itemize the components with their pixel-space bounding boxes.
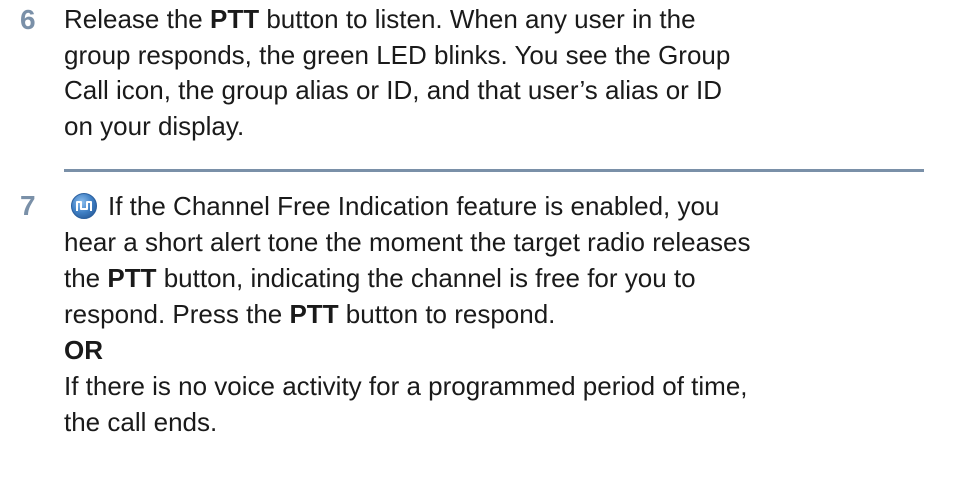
step-7-line-3: the PTT button, indicating the channel i… (64, 263, 696, 293)
step-7-text: If the Channel Free Indication feature i… (64, 188, 924, 440)
step-7-line-4: respond. Press the PTT button to respond… (64, 299, 556, 329)
ptt-term: PTT (289, 299, 339, 329)
or-label: OR (64, 335, 103, 365)
step-6-line-4: on your display. (64, 110, 245, 141)
step-6-text: Release the PTT button to listen. When a… (64, 2, 924, 144)
step-number: 7 (20, 190, 36, 221)
step-number: 6 (20, 4, 36, 35)
step-divider (64, 169, 924, 172)
step-6-line-2: group responds, the green LED blinks. Yo… (64, 39, 731, 70)
step-7-line-2: hear a short alert tone the moment the t… (64, 227, 751, 257)
manual-page: 6 Release the PTT button to listen. When… (0, 0, 955, 481)
step-7-line-1: If the Channel Free Indication feature i… (64, 188, 924, 224)
ptt-term: PTT (209, 4, 260, 34)
step-7-line-7: the call ends. (64, 407, 218, 437)
step-7-line-6: If there is no voice activity for a prog… (64, 371, 748, 401)
step-6-line-1: Release the PTT button to listen. When a… (64, 4, 696, 34)
ptt-term: PTT (107, 263, 157, 293)
step-6-line-3: Call icon, the group alias or ID, and th… (64, 75, 723, 105)
channel-free-indication-icon (70, 192, 98, 220)
